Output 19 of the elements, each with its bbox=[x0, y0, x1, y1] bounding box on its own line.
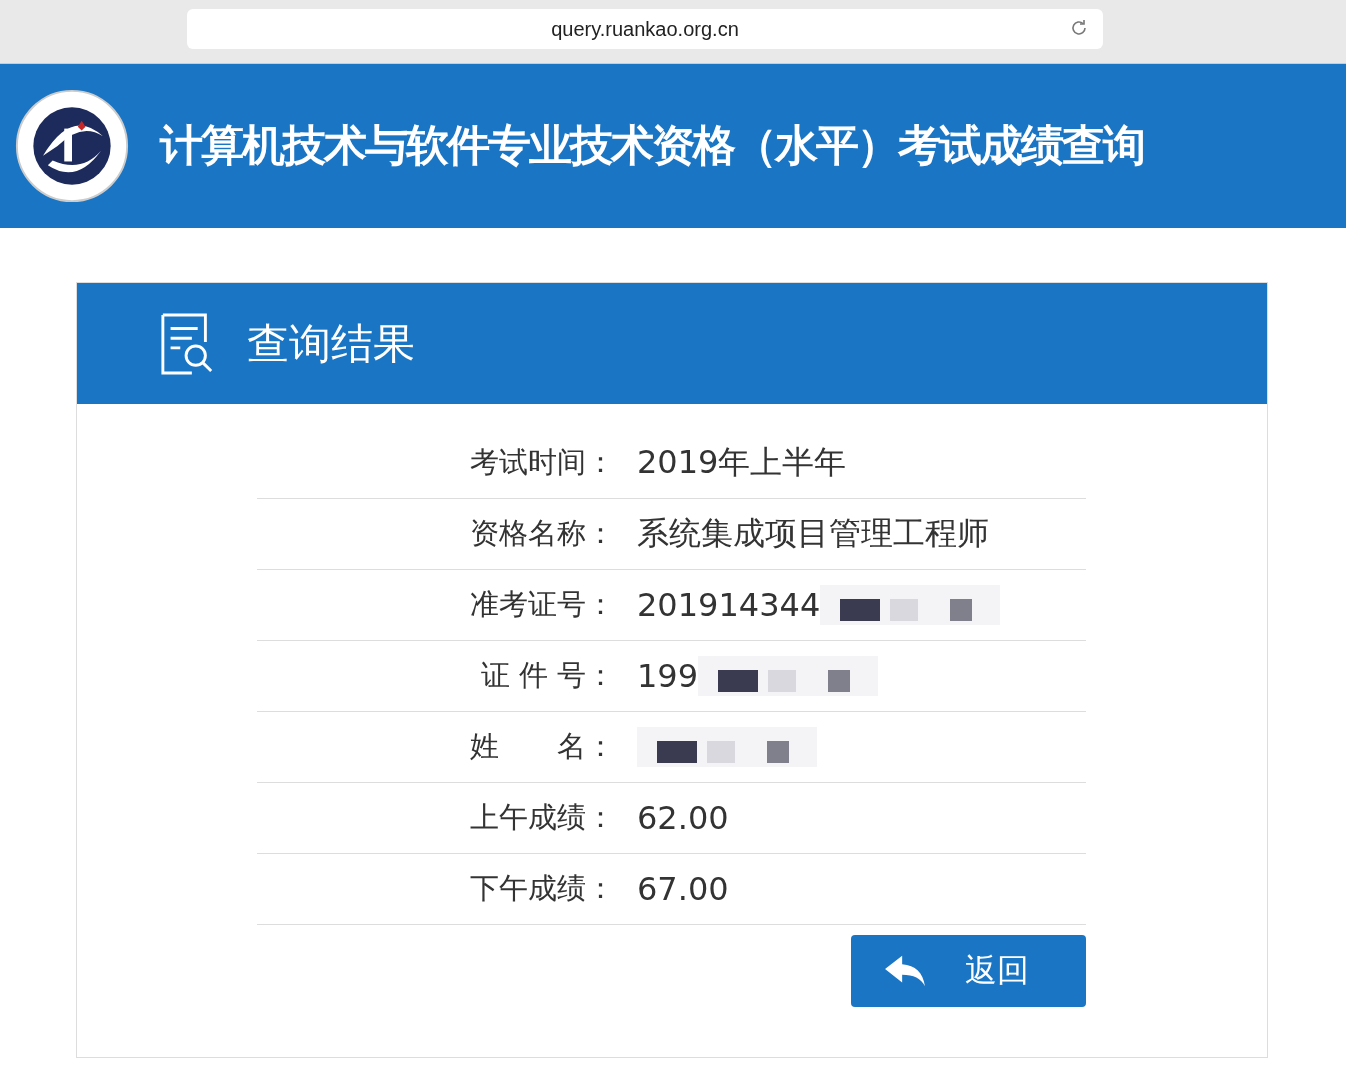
card-title: 查询结果 bbox=[247, 317, 415, 370]
field-label: 下午成绩： bbox=[469, 870, 615, 907]
reload-icon[interactable] bbox=[1069, 18, 1089, 38]
field-label: 证 件 号： bbox=[479, 657, 615, 694]
field-label: 姓 名： bbox=[469, 728, 615, 765]
field-value: 2019年上半年 bbox=[637, 442, 847, 483]
field-value: 62.00 bbox=[637, 799, 729, 837]
page-title: 计算机技术与软件专业技术资格（水平）考试成绩查询 bbox=[160, 119, 1144, 172]
back-button[interactable]: 返回 bbox=[851, 935, 1086, 1007]
field-label: 上午成绩： bbox=[469, 799, 615, 836]
field-value: 67.00 bbox=[637, 870, 729, 908]
field-label: 准考证号： bbox=[469, 586, 615, 623]
field-value: 系统集成项目管理工程师 bbox=[637, 513, 989, 554]
field-label: 资格名称： bbox=[469, 515, 615, 552]
field-value: 201914344 bbox=[637, 586, 821, 624]
address-bar[interactable]: query.ruankao.org.cn bbox=[187, 9, 1103, 49]
field-value: 199 bbox=[637, 657, 699, 695]
field-label: 考试时间： bbox=[469, 444, 615, 481]
logo-icon bbox=[14, 88, 130, 204]
